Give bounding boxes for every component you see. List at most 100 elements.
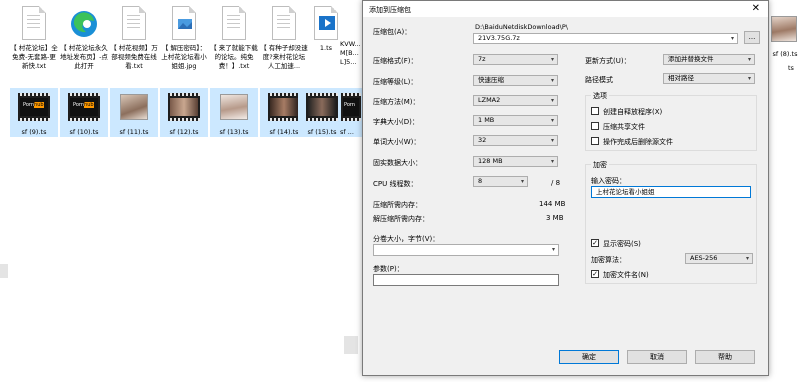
- help-button[interactable]: 帮助: [695, 350, 755, 364]
- sfx-label: 创建自释放程序(X): [603, 108, 663, 116]
- file-item[interactable]: sf (8).ts: [770, 10, 800, 59]
- sfx-checkbox[interactable]: [591, 107, 599, 115]
- params-label: 参数(P)：: [373, 265, 404, 273]
- desktop-artifact: [344, 336, 358, 354]
- chevron-down-icon: ▾: [730, 35, 734, 42]
- format-value: 7z: [478, 55, 486, 63]
- dialog-titlebar[interactable]: 添加到压缩包 ✕: [363, 1, 768, 17]
- word-select[interactable]: 32 ▾: [473, 135, 558, 146]
- split-select[interactable]: ▾: [373, 244, 559, 256]
- file-item[interactable]: 【 有种子却没速度?来村花论坛人工加速...: [260, 4, 308, 71]
- file-item[interactable]: sf (15).ts: [298, 88, 346, 137]
- video-thumbnail-icon: [168, 88, 200, 128]
- method-label: 压缩方法(M)：: [373, 98, 420, 106]
- file-label: ts: [788, 64, 794, 72]
- file-label: sf (8).ts: [772, 50, 798, 58]
- file-item[interactable]: sf (13).ts: [210, 88, 258, 137]
- file-item[interactable]: 【 村花论坛永久地址发布页】-点此打开: [60, 4, 108, 71]
- mem-comp-value: 144 MB: [539, 200, 566, 208]
- file-label: sf (11).ts: [119, 128, 149, 136]
- file-item[interactable]: sf (11).ts: [110, 88, 158, 137]
- encrypt-title: 加密: [591, 160, 609, 170]
- video-thumbnail-icon: Porn: [341, 88, 361, 128]
- password-input[interactable]: 上村花论坛看小姐姐: [591, 186, 751, 198]
- chevron-down-icon: ▾: [550, 56, 554, 63]
- enc-method-select[interactable]: AES-256 ▾: [685, 253, 753, 264]
- dialog-title: 添加到压缩包: [369, 6, 411, 14]
- file-label: sf (12).ts: [169, 128, 199, 136]
- file-item[interactable]: Pornhub sf (10).ts: [60, 88, 108, 137]
- chevron-down-icon: ▾: [745, 255, 749, 262]
- chevron-down-icon: ▾: [550, 117, 554, 124]
- show-password-checkbox[interactable]: ✓: [591, 239, 599, 247]
- browse-button[interactable]: ...: [744, 31, 760, 44]
- file-item[interactable]: 【 村花视频】万部视频免费在线看.txt: [110, 4, 158, 71]
- level-value: 快速压缩: [478, 76, 504, 84]
- enc-method-label: 加密算法：: [591, 256, 626, 264]
- add-to-archive-dialog: 添加到压缩包 ✕ 压缩包(A)： D:\BaiduNetdiskDownload…: [362, 0, 769, 376]
- file-item[interactable]: 【 村花论坛】全免费-无套路-更新快.txt: [10, 4, 58, 71]
- password-label: 输入密码：: [591, 177, 626, 185]
- solid-select[interactable]: 128 MB ▾: [473, 156, 558, 167]
- file-label: 【 村花论坛】全免费-无套路-更新快.txt: [10, 44, 58, 70]
- level-label: 压缩等级(L)：: [373, 78, 418, 86]
- encrypt-names-label: 加密文件名(N): [603, 271, 649, 279]
- options-title: 选项: [591, 91, 609, 101]
- dict-label: 字典大小(D)：: [373, 118, 419, 126]
- pathmode-select[interactable]: 相对路径 ▾: [663, 73, 755, 84]
- format-select[interactable]: 7z ▾: [473, 54, 558, 65]
- file-label: 【 村花视频】万部视频免费在线看.txt: [110, 44, 158, 70]
- video-file-icon: [310, 4, 342, 44]
- archive-path: D:\BaiduNetdiskDownload\P\: [475, 23, 568, 31]
- encrypt-names-checkbox[interactable]: ✓: [591, 270, 599, 278]
- archive-name-combo[interactable]: 21V3.75G.7z ▾: [473, 33, 738, 44]
- threads-select[interactable]: 8 ▾: [473, 176, 528, 187]
- solid-label: 固实数据大小：: [373, 159, 422, 167]
- chevron-down-icon: ▾: [747, 56, 751, 63]
- file-item[interactable]: 【 来了就能下载的论坛。纯免费！】.txt: [210, 4, 258, 71]
- chevron-down-icon: ▾: [551, 246, 555, 253]
- file-label: sf ...: [340, 128, 354, 136]
- file-item[interactable]: sf (12).ts: [160, 88, 208, 137]
- video-thumbnail-icon: [306, 88, 338, 128]
- split-label: 分卷大小，字节(V)：: [373, 235, 440, 243]
- word-label: 单词大小(W)：: [373, 138, 421, 146]
- text-file-icon: [218, 4, 250, 44]
- cancel-button[interactable]: 取消: [627, 350, 687, 364]
- chevron-down-icon: ▾: [747, 75, 751, 82]
- update-select[interactable]: 添加并替换文件 ▾: [663, 54, 755, 65]
- file-item[interactable]: 【 解压密码】：上村花论坛看小姐姐.jpg: [160, 4, 208, 71]
- file-label: sf (13).ts: [219, 128, 249, 136]
- file-item[interactable]: Pornhub sf (9).ts: [10, 88, 58, 137]
- pathmode-value: 相对路径: [668, 74, 694, 82]
- delete-checkbox[interactable]: [591, 137, 599, 145]
- threads-total: / 8: [551, 179, 561, 187]
- close-icon[interactable]: ✕: [752, 3, 760, 14]
- dict-select[interactable]: 1 MB ▾: [473, 115, 558, 126]
- file-item[interactable]: Porn sf ...: [340, 88, 362, 137]
- word-value: 32: [478, 136, 487, 144]
- mem-comp-label: 压缩所需内存：: [373, 201, 422, 209]
- params-input[interactable]: [373, 274, 559, 286]
- method-value: LZMA2: [478, 96, 501, 104]
- enc-method-value: AES-256: [690, 254, 718, 262]
- video-thumbnail-icon: [268, 88, 300, 128]
- delete-label: 操作完成后删除源文件: [603, 138, 673, 146]
- update-value: 添加并替换文件: [668, 55, 714, 63]
- text-file-icon: [268, 4, 300, 44]
- file-label: sf (10).ts: [69, 128, 99, 136]
- file-item[interactable]: KVW... M[B... L]5...: [340, 40, 364, 67]
- threads-value: 8: [478, 177, 483, 185]
- ok-button[interactable]: 确定: [559, 350, 619, 364]
- chevron-down-icon: ▾: [550, 137, 554, 144]
- solid-value: 128 MB: [478, 157, 503, 165]
- archive-name-value: 21V3.75G.7z: [478, 34, 520, 42]
- file-label: sf (9).ts: [21, 128, 47, 136]
- text-file-icon: [18, 4, 50, 44]
- shared-checkbox[interactable]: [591, 122, 599, 130]
- method-select[interactable]: LZMA2 ▾: [473, 95, 558, 106]
- mem-decomp-label: 解压缩所需内存：: [373, 215, 429, 223]
- file-label: 【 解压密码】：上村花论坛看小姐姐.jpg: [161, 44, 207, 70]
- image-file-icon: [168, 4, 200, 44]
- level-select[interactable]: 快速压缩 ▾: [473, 75, 558, 86]
